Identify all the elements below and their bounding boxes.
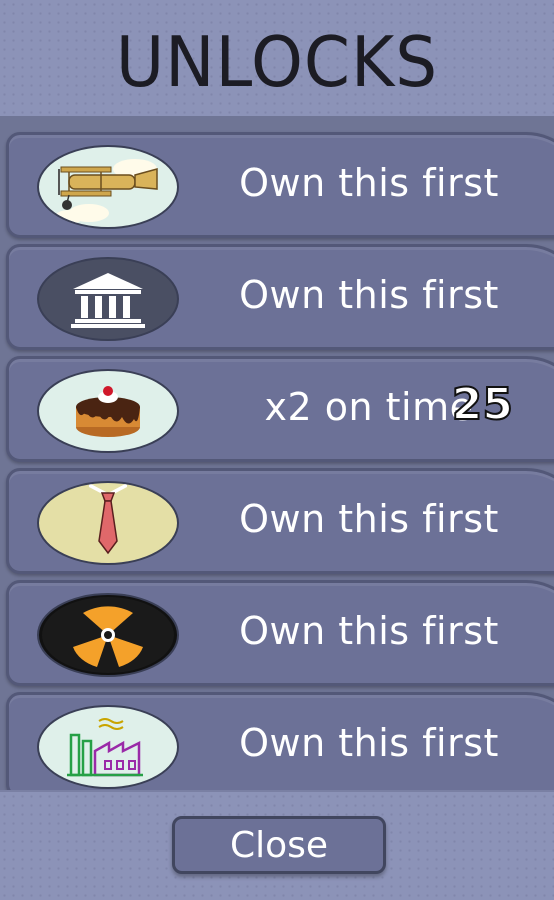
unlock-label: Own this first [239, 273, 499, 317]
unlock-label: Own this first [239, 497, 499, 541]
bank-icon [37, 257, 179, 341]
footer-divider [0, 790, 554, 792]
unlock-row-cake[interactable]: x2 on time 25 [6, 356, 554, 462]
radiation-icon [37, 593, 179, 677]
close-button-label: Close [229, 825, 329, 866]
page-title: UNLOCKS [115, 22, 439, 103]
unlock-label: Own this first [239, 721, 499, 765]
factory-icon [37, 705, 179, 789]
unlock-label: Own this first [239, 161, 499, 205]
tie-icon [37, 481, 179, 565]
unlock-count: 25 [451, 378, 514, 431]
unlock-row-tie[interactable]: Own this first [6, 468, 554, 574]
unlock-row-radiation[interactable]: Own this first [6, 580, 554, 686]
unlocks-list[interactable]: Own this first Own this first x2 on time… [0, 116, 554, 790]
header: UNLOCKS [0, 0, 554, 116]
close-button[interactable]: Close [172, 816, 386, 874]
unlock-row-factory[interactable]: Own this first [6, 692, 554, 790]
cake-icon [37, 369, 179, 453]
unlock-label: Own this first [239, 609, 499, 653]
biplane-icon [37, 145, 179, 229]
unlock-row-biplane[interactable]: Own this first [6, 132, 554, 238]
unlock-row-bank[interactable]: Own this first [6, 244, 554, 350]
